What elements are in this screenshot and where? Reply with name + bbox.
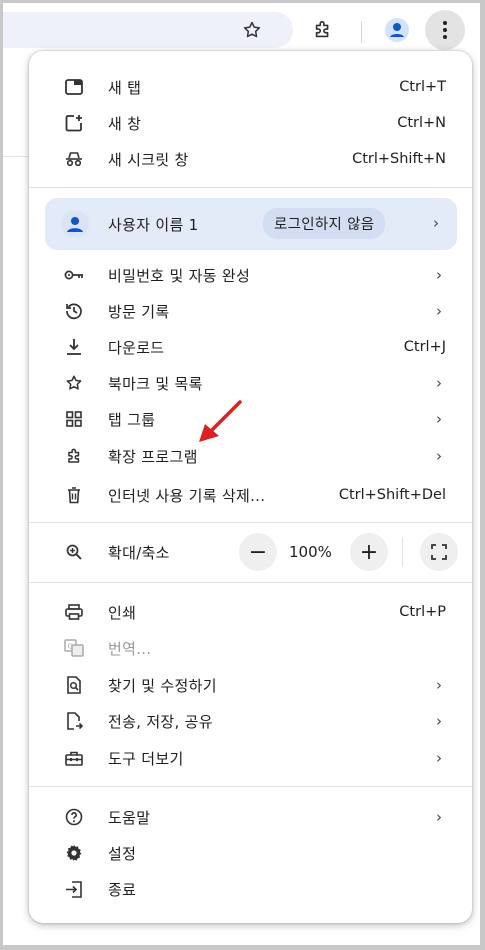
new-tab-icon [63, 76, 85, 98]
menu-divider [29, 522, 472, 523]
shortcut-text: Ctrl+T [399, 79, 446, 95]
menu-item-label: 새 창 [108, 114, 142, 133]
menu-item-clear-browsing-data[interactable]: 인터넷 사용 기록 삭제... Ctrl+Shift+Del [29, 478, 472, 512]
menu-item-label: 찾기 및 수정하기 [108, 676, 217, 695]
shortcut-text: Ctrl+Shift+Del [338, 487, 446, 503]
apps-icon [63, 408, 85, 430]
menu-item-label: 탭 그룹 [108, 410, 156, 429]
menu-item-label: 전송, 저장, 공유 [108, 712, 213, 731]
menu-item-tab-groups[interactable]: 탭 그룹 › [29, 402, 472, 436]
menu-item-label: 새 탭 [108, 78, 142, 97]
chevron-right-icon: › [436, 266, 442, 284]
incognito-icon [63, 148, 85, 170]
chevron-right-icon: › [436, 712, 442, 730]
chevron-right-icon: › [436, 749, 442, 767]
help-icon [63, 806, 85, 828]
shortcut-text: Ctrl+N [397, 115, 446, 131]
menu-item-label: 종료 [108, 880, 137, 899]
shortcut-text: Ctrl+P [399, 604, 446, 620]
menu-item-settings[interactable]: 설정 [29, 836, 472, 870]
zoom-in-button[interactable]: + [350, 533, 388, 571]
exit-icon [63, 878, 85, 900]
svg-text:G: G [68, 643, 73, 651]
profile-avatar-icon[interactable] [381, 14, 413, 46]
menu-item-incognito[interactable]: 새 시크릿 창 Ctrl+Shift+N [29, 142, 472, 176]
menu-item-exit[interactable]: 종료 [29, 872, 472, 906]
menu-item-help[interactable]: 도움말 › [29, 800, 472, 834]
download-icon [63, 336, 85, 358]
shortcut-text: Ctrl+J [403, 339, 446, 355]
trash-icon [63, 484, 85, 506]
sign-in-status-chip[interactable]: 로그인하지 않음 [263, 208, 386, 239]
menu-item-more-tools[interactable]: 도구 더보기 › [29, 741, 472, 775]
zoom-label: 확대/축소 [108, 544, 170, 562]
menu-divider [29, 187, 472, 188]
zoom-separator [402, 537, 403, 567]
profile-name: 사용자 이름 1 [108, 216, 199, 234]
settings-icon [63, 842, 85, 864]
chevron-right-icon: › [436, 302, 442, 320]
profile-row[interactable]: 사용자 이름 1 로그인하지 않음 › [45, 198, 457, 250]
chevron-right-icon: › [433, 214, 439, 232]
toolbar-separator [361, 21, 362, 43]
chevron-right-icon: › [436, 447, 442, 465]
menu-item-downloads[interactable]: 다운로드 Ctrl+J [29, 330, 472, 364]
chevron-right-icon: › [436, 808, 442, 826]
menu-item-print[interactable]: 인쇄 Ctrl+P [29, 595, 472, 629]
chrome-main-menu: 새 탭 Ctrl+T 새 창 Ctrl+N 새 시크릿 창 Ctrl+Shift… [29, 51, 472, 923]
chevron-right-icon: › [436, 410, 442, 428]
menu-item-history[interactable]: 방문 기록 › [29, 294, 472, 328]
menu-item-label: 도움말 [108, 808, 151, 827]
key-icon [63, 264, 85, 286]
menu-divider [29, 582, 472, 583]
toolbox-icon [63, 747, 85, 769]
share-icon [63, 710, 85, 732]
person-icon [61, 210, 89, 238]
menu-item-passwords[interactable]: 비밀번호 및 자동 완성 › [29, 258, 472, 292]
menu-divider [29, 786, 472, 787]
translate-icon: G [63, 637, 85, 659]
menu-item-label: 인터넷 사용 기록 삭제... [108, 486, 266, 505]
zoom-row: 확대/축소 − 100% + [29, 531, 472, 573]
menu-item-label: 인쇄 [108, 603, 137, 622]
menu-item-label: 확장 프로그램 [108, 447, 198, 466]
shortcut-text: Ctrl+Shift+N [352, 151, 446, 167]
menu-item-new-window[interactable]: 새 창 Ctrl+N [29, 106, 472, 140]
menu-item-send-save-share[interactable]: 전송, 저장, 공유 › [29, 704, 472, 738]
zoom-out-button[interactable]: − [239, 533, 277, 571]
new-window-icon [63, 112, 85, 134]
extension-icon[interactable] [307, 14, 339, 46]
chevron-right-icon: › [436, 676, 442, 694]
menu-item-translate: G 번역... [29, 631, 472, 665]
zoom-level-value: 100% [289, 543, 332, 561]
menu-item-bookmarks[interactable]: 북마크 및 목록 › [29, 366, 472, 400]
more-vert-icon[interactable] [425, 10, 465, 50]
menu-item-label: 번역... [108, 639, 152, 658]
annotation-arrow [199, 400, 242, 442]
menu-item-label: 북마크 및 목록 [108, 374, 203, 393]
menu-item-label: 설정 [108, 844, 137, 863]
menu-item-extensions[interactable]: 확장 프로그램 › [29, 439, 472, 473]
browser-toolbar [3, 3, 480, 53]
print-icon [63, 601, 85, 623]
fullscreen-button[interactable] [420, 533, 458, 571]
star-icon [63, 372, 85, 394]
menu-item-label: 비밀번호 및 자동 완성 [108, 266, 251, 285]
fullscreen-icon [431, 544, 447, 560]
chevron-right-icon: › [436, 374, 442, 392]
menu-item-find-and-edit[interactable]: 찾기 및 수정하기 › [29, 668, 472, 702]
menu-item-new-tab[interactable]: 새 탭 Ctrl+T [29, 70, 472, 104]
find-icon [63, 674, 85, 696]
menu-item-label: 새 시크릿 창 [108, 150, 189, 169]
extension-icon [63, 445, 85, 467]
menu-item-label: 도구 더보기 [108, 749, 184, 768]
zoom-icon [63, 541, 85, 563]
history-icon [63, 300, 85, 322]
bookmark-star-icon[interactable] [236, 14, 268, 46]
menu-item-label: 방문 기록 [108, 302, 170, 321]
menu-item-label: 다운로드 [108, 338, 165, 357]
